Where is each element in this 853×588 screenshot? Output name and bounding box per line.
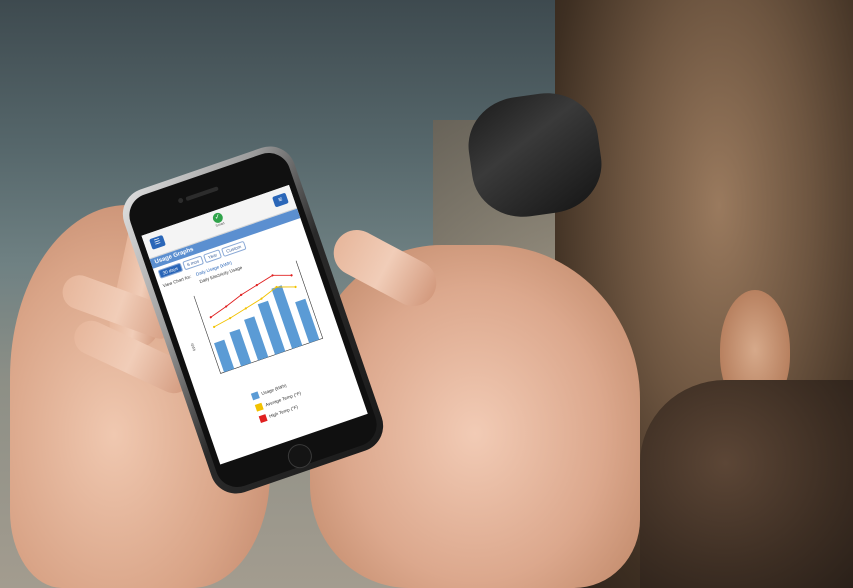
- photo-scene: ☰ ✓ Smart ≡ Usage Graphs 30 days 6 mos Y…: [0, 0, 853, 588]
- legend-swatch: [258, 414, 268, 424]
- account-icon[interactable]: ☰: [149, 234, 166, 250]
- y-axis-label: kWh: [189, 342, 196, 351]
- beard: [640, 380, 853, 588]
- menu-icon[interactable]: ≡: [272, 192, 289, 208]
- legend-label: High Temp (°F): [268, 404, 299, 419]
- chart-legend: Usage (kWh) Average Temp (°F) High Temp (°…: [250, 378, 308, 428]
- usage-bar: [214, 339, 235, 373]
- temperature-point: [294, 285, 297, 289]
- app-logo: ✓ Smart: [207, 210, 230, 230]
- temperature-point: [290, 274, 293, 277]
- legend-swatch: [254, 402, 264, 412]
- legend-swatch: [250, 391, 260, 401]
- usage-bar: [229, 328, 252, 367]
- tab-year[interactable]: Year: [203, 249, 223, 264]
